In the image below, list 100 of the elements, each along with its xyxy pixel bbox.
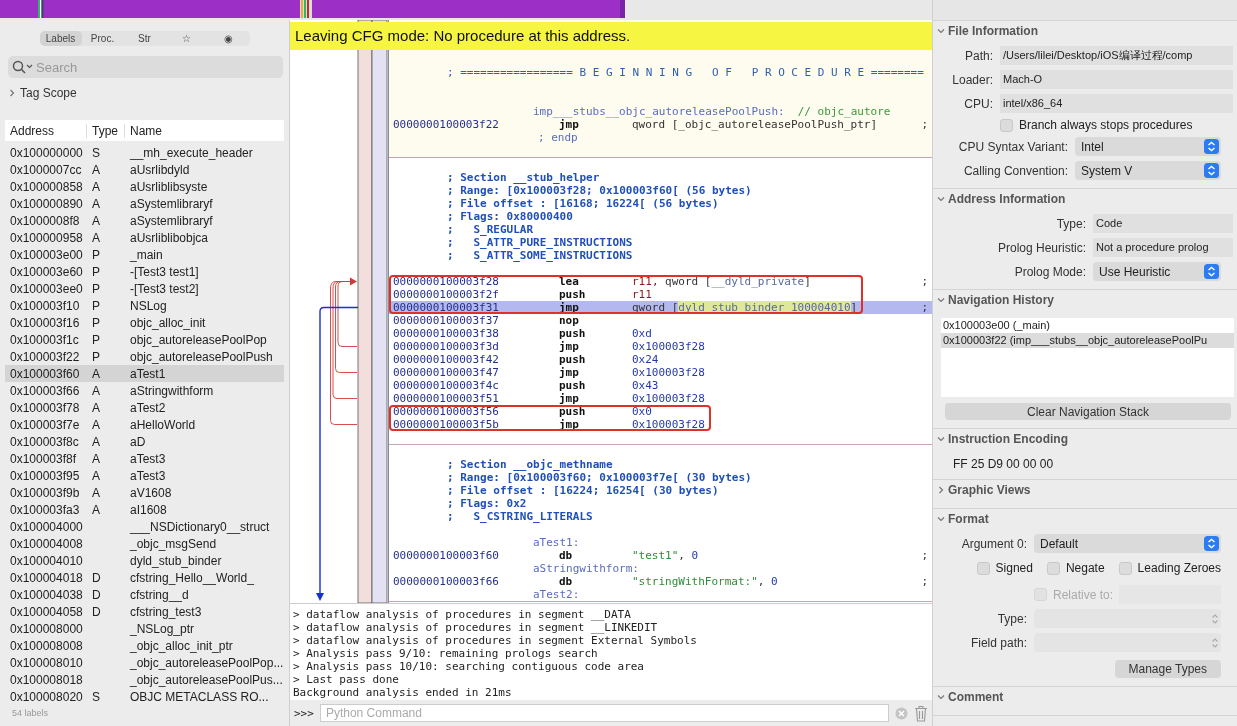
stepper-icon <box>1204 536 1219 551</box>
code-line[interactable]: 0000000100003f38 push 0xd <box>389 327 932 340</box>
label-row[interactable]: 0x100003f78 A aTest2 <box>5 399 284 416</box>
mnemonic: jmp <box>559 392 580 405</box>
checkbox[interactable] <box>976 561 990 575</box>
disclosure-icon[interactable] <box>937 296 945 304</box>
tag-scope-toggle[interactable]: Tag Scope <box>8 86 77 100</box>
label-row[interactable]: 0x100000890 A aSystemlibraryf <box>5 195 284 212</box>
command-field[interactable]: Python Command <box>319 704 889 722</box>
trash-icon[interactable] <box>914 704 928 722</box>
label-row[interactable]: 0x100003f7e A aHelloWorld <box>5 416 284 433</box>
code-line[interactable]: 0000000100003f28 lea r11, qword [__dyld_private] ; <box>389 275 932 288</box>
mnemonic: jmp <box>559 366 580 379</box>
label-row[interactable]: 0x100003f9b A aV1608 <box>5 484 284 501</box>
label-row[interactable]: 0x100008000 _NSLog_ptr <box>5 620 284 637</box>
dropdown[interactable]: System V <box>1075 161 1221 180</box>
label-row[interactable]: 0x100000858 A aUsrliblibsyste <box>5 178 284 195</box>
section-header[interactable]: Format <box>933 509 993 529</box>
sidebar-tab[interactable]: Proc. <box>81 31 124 46</box>
label-row[interactable]: 0x100003f8c A aD <box>5 433 284 450</box>
label-row[interactable]: 0x100003fa3 A aI1608 <box>5 501 284 518</box>
value-field[interactable]: Code <box>1093 214 1233 233</box>
code-line[interactable]: 0000000100003f47 jmp 0x100003f28 <box>389 366 932 379</box>
sidebar-tab[interactable]: Labels <box>39 31 82 46</box>
dropdown[interactable]: Use Heuristic <box>1093 262 1221 281</box>
value-field[interactable]: Not a procedure prolog <box>1093 238 1233 257</box>
column-header[interactable]: Address <box>5 123 87 138</box>
disclosure-icon[interactable] <box>937 515 945 523</box>
history-item[interactable]: 0x100003e00 (_main) <box>941 318 1234 333</box>
manage-types-button[interactable]: Manage Types <box>1114 660 1221 678</box>
code-line[interactable]: 0000000100003f37 nop <box>389 314 932 327</box>
sidebar-tab[interactable]: Str <box>123 31 166 46</box>
column-header[interactable]: Name <box>125 123 284 138</box>
label-row[interactable]: 0x100003f10 P NSLog <box>5 297 284 314</box>
table-cell-text: 0x100000958 <box>9 230 84 245</box>
section-header[interactable]: Comment <box>933 687 1008 707</box>
label-row[interactable]: 0x100008018 _objc_autoreleasePoolPus... <box>5 671 284 688</box>
table-cell-text: 0x100004010 <box>9 553 84 568</box>
disclosure-icon[interactable] <box>937 435 945 443</box>
label-row[interactable]: 0x100003f1c P objc_autoreleasePoolPop <box>5 331 284 348</box>
clear-stack-button[interactable]: Clear Navigation Stack <box>945 403 1231 420</box>
history-item[interactable]: 0x100003f22 (imp___stubs__objc_autoreleasePoolPu <box>941 333 1234 348</box>
checkbox[interactable] <box>1046 561 1060 575</box>
search-field[interactable]: Search <box>8 56 283 78</box>
label-row[interactable]: 0x100003f8f A aTest3 <box>5 450 284 467</box>
section-header[interactable]: Navigation History <box>933 290 1059 310</box>
disclosure-icon[interactable] <box>937 693 945 701</box>
label-row[interactable]: 0x100008020 S OBJC METACLASS RO... <box>5 688 284 705</box>
label-row[interactable]: 0x100003e60 P -[Test3 test1] <box>5 263 284 280</box>
label-row[interactable]: 0x1000007cc A aUsrlibdyld <box>5 161 284 178</box>
label-row[interactable]: 0x100003ee0 P -[Test3 test2] <box>5 280 284 297</box>
label-row[interactable]: 0x100003f95 A aTest3 <box>5 467 284 484</box>
column-header[interactable]: Type <box>87 123 125 138</box>
checkbox[interactable] <box>1000 118 1013 132</box>
code-line[interactable]: 0000000100003f3d jmp 0x100003f28 <box>389 340 932 353</box>
label-row[interactable]: 0x100004008 _objc_msgSend <box>5 535 284 552</box>
label-row[interactable]: 0x100004018 D cfstring_Hello__World_ <box>5 569 284 586</box>
disclosure-icon[interactable] <box>937 195 945 203</box>
dropdown[interactable]: Default <box>1034 534 1221 553</box>
label-row[interactable]: 0x100008010 _objc_autoreleasePoolPop... <box>5 654 284 671</box>
disclosure-icon[interactable] <box>8 89 16 97</box>
code-line[interactable]: 0000000100003f2f push r11 <box>389 288 932 301</box>
clear-icon[interactable] <box>895 706 908 720</box>
section-header[interactable]: Address Information <box>933 189 1070 209</box>
disclosure-icon[interactable] <box>937 27 945 35</box>
value-field[interactable]: /Users/lilei/Desktop/iOS编译过程/comp <box>1000 46 1233 65</box>
label-row[interactable]: 0x100008008 _objc_alloc_init_ptr <box>5 637 284 654</box>
value-field[interactable]: Mach-O <box>1000 70 1233 89</box>
disclosure-icon[interactable] <box>937 486 945 494</box>
section-header[interactable]: Instruction Encoding <box>933 429 1072 449</box>
code-comment: ; Range: [0x100003f28; 0x100003f60[ (56 bytes) <box>446 184 752 197</box>
code-line[interactable]: 0000000100003f42 push 0x24 <box>389 353 932 366</box>
code-line[interactable]: 0000000100003f22 jmp qword [_objc_autoreleasePoolPush_ptr] ; <box>389 118 932 131</box>
dropdown[interactable]: Intel <box>1075 137 1221 156</box>
label-row[interactable]: 0x1000008f8 A aSystemlibraryf <box>5 212 284 229</box>
label-row[interactable]: 0x100000958 A aUsrliblibobjca <box>5 229 284 246</box>
sidebar-tab[interactable]: ◉ <box>207 31 250 46</box>
label-row[interactable]: 0x100004058 D cfstring_test3 <box>5 603 284 620</box>
label-row[interactable]: 0x100003f66 A aStringwithform <box>5 382 284 399</box>
code-line[interactable]: 0000000100003f66 db "stringWithFormat:", 0 ; <box>389 575 932 588</box>
label-row[interactable]: 0x100003f16 P objc_alloc_init <box>5 314 284 331</box>
section-header[interactable]: Graphic Views <box>933 480 1035 500</box>
label-row[interactable]: 0x100003e00 P _main <box>5 246 284 263</box>
label-row[interactable]: 0x100004000 ___NSDictionary0__struct <box>5 518 284 535</box>
label-row[interactable]: 0x100004010 dyld_stub_binder <box>5 552 284 569</box>
table-cell-text: 0x100003f60 <box>9 366 81 381</box>
checkbox[interactable] <box>1118 561 1132 575</box>
comment-marker: ; <box>921 549 929 562</box>
label-row[interactable]: 0x100003f22 P objc_autoreleasePoolPush <box>5 348 284 365</box>
comment-marker: ; <box>921 301 929 314</box>
sidebar-tab[interactable]: ☆ <box>165 31 208 46</box>
code-line[interactable]: 0000000100003f56 push 0x0 <box>389 405 932 418</box>
value-field[interactable]: intel/x86_64 <box>1000 94 1233 113</box>
code-line[interactable]: 0000000100003f51 jmp 0x100003f28 <box>389 392 932 405</box>
label-row[interactable]: 0x100000000 S __mh_execute_header <box>5 144 284 161</box>
code-line[interactable]: 0000000100003f4c push 0x43 <box>389 379 932 392</box>
section-header[interactable]: File Information <box>933 21 1042 41</box>
label-row[interactable]: 0x100004038 D cfstring__d <box>5 586 284 603</box>
label-row[interactable]: 0x100003f60 A aTest1 <box>5 365 284 382</box>
code-line[interactable]: 0000000100003f60 db "test1", 0 ; <box>389 549 932 562</box>
